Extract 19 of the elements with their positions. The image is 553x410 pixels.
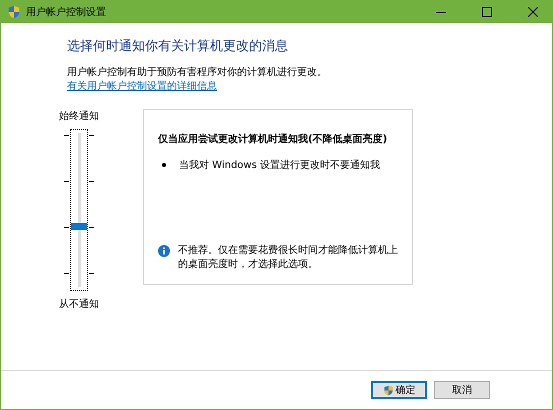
info-icon	[158, 245, 170, 257]
slider-bottom-label: 从不通知	[59, 298, 99, 311]
shield-icon	[382, 384, 394, 396]
shield-icon	[7, 5, 21, 19]
dialog-button[interactable]: 取消	[434, 381, 490, 399]
note-text: 不推荐。仅在需要花费很长时间才能降低计算机上的桌面亮度时，才选择此选项。	[178, 244, 398, 272]
close-icon[interactable]	[528, 7, 538, 17]
window-title: 用户帐户控制设置	[26, 6, 106, 19]
slider-top-label: 始终通知	[59, 110, 99, 123]
notification-slider[interactable]	[64, 129, 94, 291]
bullet-icon	[162, 163, 166, 167]
details-link[interactable]: 有关用户帐户控制设置的详细信息	[67, 79, 217, 93]
panel-title: 仅当应用尝试更改计算机时通知我(不降低桌面亮度)	[158, 132, 388, 146]
maximize-icon[interactable]	[482, 7, 492, 17]
description-text: 用户帐户控制有助于预防有害程序对你的计算机进行更改。	[67, 66, 327, 79]
page-heading: 选择何时通知你有关计算机更改的消息	[67, 38, 288, 55]
slider-thumb[interactable]	[71, 223, 87, 230]
dialog-button[interactable]: 确定	[371, 381, 427, 399]
bullet-text: 当我对 Windows 设置进行更改时不要通知我	[179, 158, 380, 172]
